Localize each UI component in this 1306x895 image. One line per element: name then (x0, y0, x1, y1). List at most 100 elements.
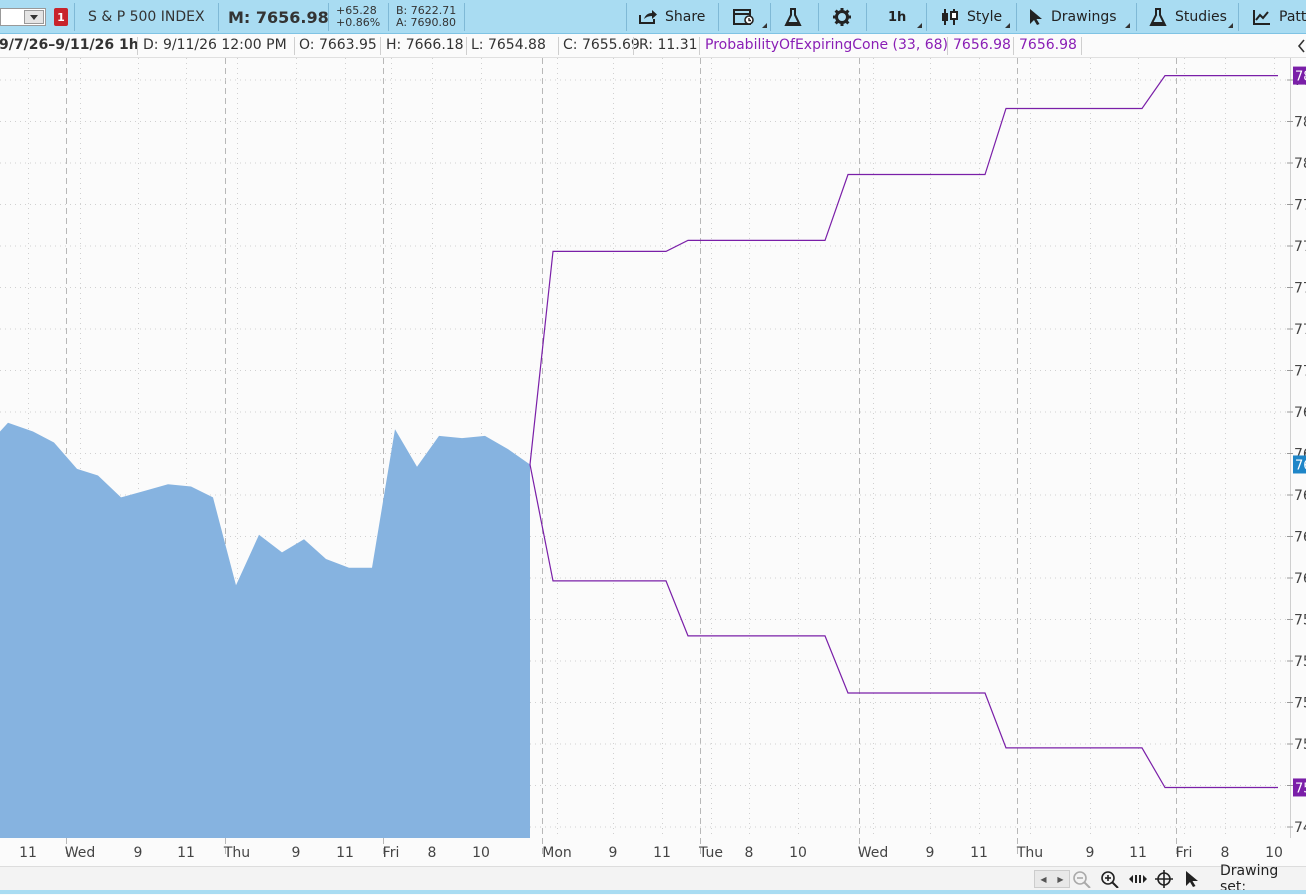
open-value: O: 7663.95 (299, 37, 377, 53)
y-tick-label: 78 (1294, 156, 1306, 172)
chart-bottom-bar: ◀ ▶ Drawing set: (0, 863, 1306, 895)
cone-upper-line (529, 75, 1278, 465)
price-tag: 78 (1293, 66, 1306, 85)
aggregation-button[interactable]: 1h (888, 0, 906, 34)
ask-value: A: 7690.80 (396, 16, 457, 29)
y-tick-label: 77 (1294, 364, 1306, 380)
y-tick-label: 75 (1294, 654, 1306, 670)
x-tick-label: Wed (858, 845, 889, 861)
x-tick-label: 11 (1129, 845, 1147, 861)
studies-label: Studies (1175, 9, 1227, 25)
x-tick-label: Tue (698, 845, 723, 861)
pattern-icon (1253, 10, 1270, 25)
x-axis: 11 Wed 9 11 Thu 9 11 Fri 8 10 Mon 9 11 Tue 8 10 Wed 9 11 Th… (19, 845, 1283, 861)
low-value: L: 7654.88 (471, 37, 546, 53)
study-name[interactable]: ProbabilityOfExpiringCone (33, 68) (705, 37, 948, 53)
probability-cone-series (529, 75, 1278, 789)
x-tick-label: 8 (428, 845, 437, 861)
study-value-upper: 7656.98 (953, 37, 1011, 53)
y-tick-label: 77 (1294, 322, 1306, 338)
thinkback-button[interactable] (783, 0, 803, 34)
cursor-arrow-icon[interactable] (1184, 870, 1200, 888)
share-label: Share (665, 9, 706, 25)
percent-change-value: +0.86% (336, 16, 381, 29)
y-tick-label: 75 (1294, 696, 1306, 712)
patterns-button[interactable]: Patt (1252, 0, 1306, 34)
y-tick-label: 77 (1294, 281, 1306, 297)
cone-lower-line (529, 464, 1278, 789)
x-tick-label: 9 (292, 845, 301, 861)
x-tick-label: 10 (1265, 845, 1283, 861)
x-tick-label: 8 (745, 845, 754, 861)
scroll-buttons[interactable]: ◀ ▶ (1034, 870, 1070, 888)
price-tag: 75 (1293, 778, 1306, 797)
y-tick-label: 78 (1294, 115, 1306, 131)
flask-icon (1149, 8, 1167, 26)
y-tick-label: 77 (1294, 198, 1306, 214)
x-tick-label: 11 (19, 845, 37, 861)
y-tick-label: 75 (1294, 613, 1306, 629)
studies-button[interactable]: Studies (1148, 0, 1227, 34)
bottom-status-strip (0, 890, 1306, 894)
share-icon (639, 10, 657, 24)
x-tick-label: 11 (336, 845, 354, 861)
zoom-in-icon[interactable] (1100, 870, 1120, 888)
scroll-left-icon[interactable]: ◀ (1040, 875, 1046, 884)
x-tick-label: Fri (1176, 845, 1193, 861)
style-button[interactable]: Style (940, 0, 1002, 34)
chart-info-row: 9/7/26–9/11/26 1h D: 9/11/26 12:00 PM O:… (0, 34, 1306, 58)
x-tick-label: 11 (653, 845, 671, 861)
price-tag-label: 75 (1295, 781, 1306, 796)
pan-icon[interactable] (1128, 870, 1148, 888)
collapse-icon[interactable] (1296, 38, 1306, 54)
drawings-button[interactable]: Drawings (1028, 0, 1117, 34)
close-value: C: 7655.69 (563, 37, 640, 53)
candlestick-icon (942, 9, 958, 25)
price-chart[interactable]: 11 Wed 9 11 Thu 9 11 Fri 8 10 Mon 9 11 Tue 8 10 Wed 9 11 Th… (0, 58, 1306, 866)
x-tick-label: 9 (926, 845, 935, 861)
flask-icon (784, 8, 802, 26)
y-tick-label: 75 (1294, 737, 1306, 753)
x-tick-label: 11 (177, 845, 195, 861)
x-tick-label: 9 (134, 845, 143, 861)
mark-price: M: 7656.98 (228, 7, 329, 27)
study-value-lower: 7656.98 (1019, 37, 1077, 53)
price-tag-label: 78 (1295, 70, 1306, 85)
price-tag: 76 (1293, 455, 1306, 474)
x-tick-label: 8 (1221, 845, 1230, 861)
settings-button[interactable] (832, 0, 852, 34)
y-tick-label: 76 (1294, 530, 1306, 546)
drawing-set-label[interactable]: Drawing set: (1220, 863, 1306, 895)
patterns-label: Patt (1279, 9, 1306, 25)
share-button[interactable]: Share (638, 0, 705, 34)
flexible-grid-button[interactable] (733, 0, 755, 34)
x-tick-label: Mon (542, 845, 572, 861)
price-tag-label: 76 (1295, 458, 1306, 473)
date-range: 9/7/26–9/11/26 1h (0, 37, 139, 53)
price-area (0, 422, 530, 838)
x-tick-label: 9 (609, 845, 618, 861)
symbol-description: S & P 500 INDEX (88, 9, 205, 25)
high-value: H: 7666.18 (386, 37, 464, 53)
calendar-icon (733, 9, 754, 25)
x-tick-label: 10 (789, 845, 807, 861)
y-tick-label: 76 (1294, 405, 1306, 421)
y-axis: 7878787777777777767676767675757575757478… (1287, 58, 1306, 838)
crosshair-icon[interactable] (1155, 870, 1173, 888)
gear-icon (833, 8, 851, 26)
cursor-arrow-icon (1030, 9, 1042, 25)
range-value: R: 11.31 (639, 37, 698, 53)
x-tick-label: 10 (472, 845, 490, 861)
x-tick-label: 11 (970, 845, 988, 861)
x-tick-label: Wed (65, 845, 96, 861)
y-tick-label: 77 (1294, 239, 1306, 255)
zoom-out-icon[interactable] (1072, 870, 1092, 888)
price-area-series (0, 422, 530, 838)
link-group-badge[interactable]: 1 (54, 8, 68, 26)
x-tick-label: 9 (1086, 845, 1095, 861)
symbol-dropdown-icon[interactable] (24, 10, 44, 24)
scroll-right-icon[interactable]: ▶ (1057, 875, 1063, 884)
x-tick-label: Fri (383, 845, 400, 861)
bar-date: D: 9/11/26 12:00 PM (143, 37, 287, 53)
x-tick-label: Thu (223, 845, 250, 861)
